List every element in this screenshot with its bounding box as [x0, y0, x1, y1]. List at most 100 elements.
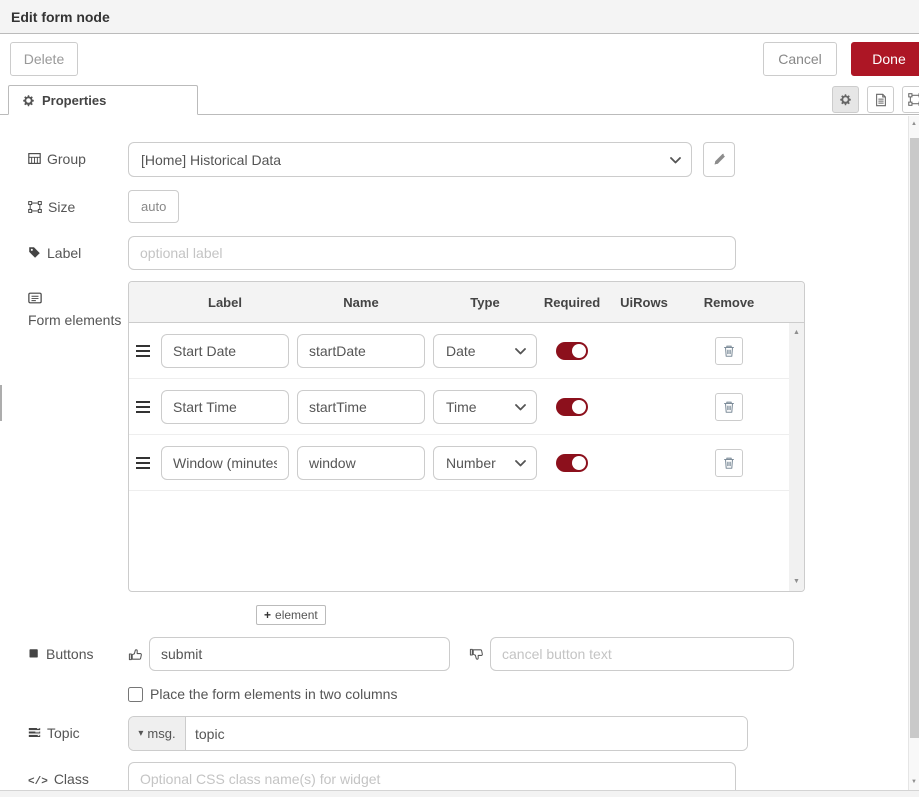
- edit-form-node-dialog: Edit form node Delete Cancel Done Proper…: [0, 0, 919, 797]
- left-edge-divider: [0, 385, 2, 421]
- topic-type-select[interactable]: ▾ msg.: [129, 717, 186, 750]
- column-header-uirows: UiRows: [603, 295, 685, 310]
- tasks-icon: [28, 726, 41, 739]
- pencil-icon: [713, 153, 726, 166]
- element-name-input[interactable]: [297, 334, 425, 368]
- element-label-input[interactable]: [161, 334, 289, 368]
- label-label: Label: [28, 236, 128, 263]
- scroll-up-icon[interactable]: ▲: [789, 325, 804, 340]
- element-type-value: Number: [446, 455, 496, 471]
- form-element-row: Time: [129, 379, 789, 435]
- gear-icon: [839, 93, 852, 106]
- add-element-button[interactable]: + element: [256, 605, 326, 625]
- tag-icon: [28, 246, 41, 259]
- element-label-input[interactable]: [161, 390, 289, 424]
- size-label: Size: [28, 190, 128, 217]
- cancel-button[interactable]: Cancel: [763, 42, 837, 76]
- drag-handle[interactable]: [136, 401, 150, 413]
- two-columns-checkbox[interactable]: [128, 687, 143, 702]
- form-element-row: Number: [129, 435, 789, 491]
- tab-strip: Properties: [0, 85, 919, 115]
- tab-strip-actions: [832, 86, 919, 113]
- thumbs-down-icon: [469, 647, 484, 662]
- properties-view-button[interactable]: [832, 86, 859, 113]
- form-elements-header: Label Name Type Required UiRows Remove: [129, 282, 804, 323]
- two-columns-checkbox-label: Place the form elements in two columns: [150, 686, 397, 702]
- delete-button[interactable]: Delete: [10, 42, 78, 76]
- scrollbar-thumb[interactable]: [910, 138, 919, 738]
- group-select-value: [Home] Historical Data: [141, 152, 281, 168]
- scroll-down-icon[interactable]: ▼: [789, 574, 804, 589]
- form-elements-rows: Date Time: [129, 323, 789, 491]
- gear-icon: [22, 94, 35, 107]
- element-type-select[interactable]: Time: [433, 390, 537, 424]
- square-icon: [28, 647, 40, 659]
- chevron-down-icon: [515, 460, 526, 467]
- form-elements-row: Form elements Label Name Type Required U…: [28, 281, 919, 625]
- group-select[interactable]: [Home] Historical Data: [128, 142, 692, 177]
- submit-button-text-input[interactable]: [149, 637, 450, 671]
- thumbs-up-icon: [128, 647, 143, 662]
- document-icon: [874, 93, 888, 107]
- scroll-up-icon[interactable]: ▲: [909, 118, 919, 130]
- tab-properties[interactable]: Properties: [8, 85, 198, 115]
- column-header-label: Label: [157, 295, 293, 310]
- column-header-name: Name: [293, 295, 429, 310]
- topic-label: Topic: [28, 716, 128, 743]
- table-scrollbar[interactable]: ▲ ▼: [789, 323, 804, 591]
- topic-input[interactable]: [186, 717, 747, 750]
- form-elements-table: Label Name Type Required UiRows Remove D…: [128, 281, 805, 592]
- object-group-icon: [908, 92, 919, 107]
- appearance-view-button[interactable]: [902, 86, 919, 113]
- group-label: Group: [28, 142, 128, 169]
- remove-element-button[interactable]: [715, 449, 743, 477]
- form-elements-body: Date Time: [129, 323, 804, 591]
- edit-group-button[interactable]: [703, 142, 735, 177]
- dialog-title: Edit form node: [11, 9, 110, 25]
- element-name-input[interactable]: [297, 446, 425, 480]
- required-toggle[interactable]: [556, 454, 588, 472]
- chevron-down-icon: [515, 404, 526, 411]
- column-header-remove: Remove: [685, 295, 773, 310]
- size-button[interactable]: auto: [128, 190, 179, 223]
- label-input[interactable]: [128, 236, 736, 270]
- element-type-select[interactable]: Number: [433, 446, 537, 480]
- chevron-down-icon: [515, 348, 526, 355]
- class-label: </> Class: [28, 762, 128, 792]
- element-type-value: Time: [446, 399, 477, 415]
- remove-element-button[interactable]: [715, 393, 743, 421]
- dialog-button-bar: Delete Cancel Done: [0, 34, 919, 85]
- properties-panel: Group [Home] Historical Data Size: [0, 115, 919, 796]
- topic-typed-input: ▾ msg.: [128, 716, 748, 751]
- dialog-header: Edit form node: [0, 0, 919, 34]
- buttons-label: Buttons: [28, 637, 128, 664]
- topic-type-value: msg.: [147, 726, 175, 741]
- list-alt-icon: [28, 291, 42, 305]
- dialog-scrollbar[interactable]: ▲ ▼: [908, 116, 919, 797]
- element-type-value: Date: [446, 343, 476, 359]
- cancel-button-text-input[interactable]: [490, 637, 794, 671]
- object-group-icon: [28, 200, 42, 214]
- description-view-button[interactable]: [867, 86, 894, 113]
- element-label-input[interactable]: [161, 446, 289, 480]
- trash-icon: [722, 400, 736, 414]
- table-icon: [28, 152, 41, 165]
- trash-icon: [722, 456, 736, 470]
- group-row: Group [Home] Historical Data: [28, 142, 919, 177]
- trash-icon: [722, 344, 736, 358]
- done-button[interactable]: Done: [851, 42, 919, 76]
- remove-element-button[interactable]: [715, 337, 743, 365]
- required-toggle[interactable]: [556, 342, 588, 360]
- tab-properties-label: Properties: [42, 93, 106, 108]
- required-toggle[interactable]: [556, 398, 588, 416]
- element-name-input[interactable]: [297, 390, 425, 424]
- drag-handle[interactable]: [136, 457, 150, 469]
- element-type-select[interactable]: Date: [433, 334, 537, 368]
- size-row: Size auto: [28, 190, 919, 223]
- dialog-footer-edge: [0, 790, 919, 797]
- plus-icon: +: [264, 608, 271, 622]
- chevron-down-icon: [670, 157, 681, 164]
- drag-handle[interactable]: [136, 345, 150, 357]
- scroll-down-icon[interactable]: ▼: [909, 776, 919, 788]
- column-header-required: Required: [541, 295, 603, 310]
